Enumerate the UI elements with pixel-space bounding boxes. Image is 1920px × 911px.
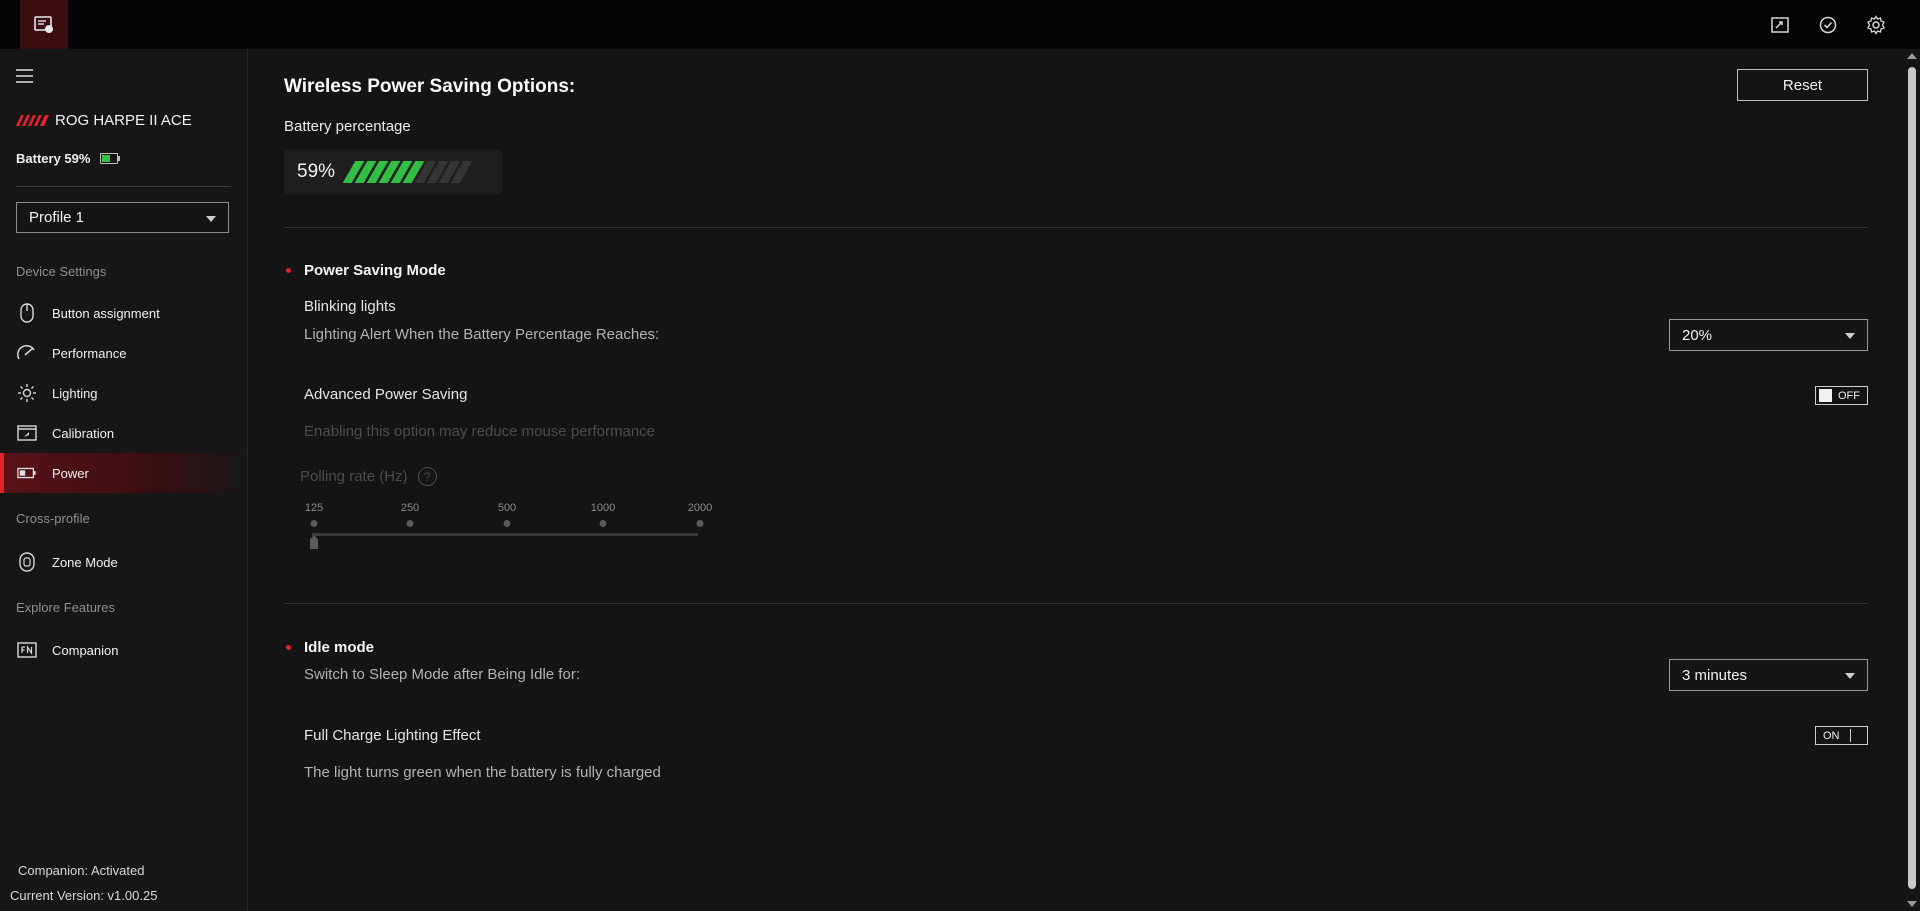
sidebar-item-companion[interactable]: Companion bbox=[0, 630, 247, 670]
companion-status: Companion: Activated bbox=[18, 863, 145, 878]
toggle-knob bbox=[1850, 729, 1864, 742]
sidebar-item-label: Power bbox=[52, 465, 89, 481]
lighting-alert-label: Lighting Alert When the Battery Percenta… bbox=[304, 326, 660, 343]
menu-icon[interactable] bbox=[16, 69, 36, 85]
chevron-down-icon bbox=[1845, 673, 1855, 679]
section-divider bbox=[284, 227, 1868, 228]
tick-label: 1000 bbox=[590, 502, 616, 514]
toggle-state: ON bbox=[1823, 729, 1840, 742]
sidebar-item-label: Button assignment bbox=[52, 305, 160, 321]
bullet-dot-icon bbox=[286, 645, 291, 650]
sidebar-item-power[interactable]: Power bbox=[0, 453, 247, 493]
version-label: Current Version: v1.00.25 bbox=[10, 888, 158, 903]
tick-label: 2000 bbox=[687, 502, 713, 514]
sleep-timeout-select[interactable]: 3 minutes bbox=[1669, 659, 1868, 691]
vertical-scrollbar[interactable] bbox=[1904, 49, 1920, 911]
tick-dot bbox=[406, 520, 414, 527]
sidebar-item-lighting[interactable]: Lighting bbox=[0, 373, 247, 413]
battery-meter: 59% bbox=[284, 150, 502, 194]
lighting-icon bbox=[17, 383, 37, 403]
sidebar-item-performance[interactable]: Performance bbox=[0, 333, 247, 373]
sidebar-item-label: Companion bbox=[52, 642, 119, 658]
profile-select-value: Profile 1 bbox=[29, 209, 85, 226]
tick-dot bbox=[599, 520, 607, 527]
full-charge-lighting-label: Full Charge Lighting Effect bbox=[304, 727, 481, 744]
tick-label: 125 bbox=[304, 502, 324, 514]
top-bar bbox=[0, 0, 1920, 51]
help-icon[interactable]: ? bbox=[417, 467, 437, 486]
full-charge-lighting-toggle[interactable]: ON bbox=[1815, 726, 1868, 745]
main-content: Wireless Power Saving Options: Reset Bat… bbox=[248, 49, 1904, 911]
tick-dot bbox=[696, 520, 704, 527]
polling-rate-slider[interactable]: 125 250 500 1000 2000 bbox=[304, 502, 724, 552]
bullet-dot-icon bbox=[286, 268, 291, 273]
sleep-timeout-value: 3 minutes bbox=[1682, 666, 1748, 684]
update-check-icon[interactable] bbox=[1816, 13, 1840, 37]
power-saving-mode-title: Power Saving Mode bbox=[284, 262, 446, 279]
lighting-alert-value: 20% bbox=[1682, 326, 1713, 344]
advanced-power-saving-note: Enabling this option may reduce mouse pe… bbox=[304, 423, 656, 440]
tick-label: 250 bbox=[400, 502, 420, 514]
settings-gear-icon[interactable] bbox=[1864, 13, 1888, 37]
sleep-mode-label: Switch to Sleep Mode after Being Idle fo… bbox=[304, 666, 580, 683]
slider-track[interactable] bbox=[312, 533, 698, 536]
device-name: ROG HARPE II ACE bbox=[55, 112, 192, 129]
sidebar-item-label: Calibration bbox=[52, 425, 115, 441]
profile-select[interactable]: Profile 1 bbox=[16, 202, 229, 233]
slider-thumb[interactable] bbox=[310, 535, 318, 549]
mouse-icon bbox=[17, 303, 37, 323]
full-charge-lighting-note: The light turns green when the battery i… bbox=[304, 764, 661, 781]
reset-button[interactable]: Reset bbox=[1737, 69, 1868, 101]
tick-dot bbox=[310, 520, 318, 527]
lighting-alert-select[interactable]: 20% bbox=[1669, 319, 1868, 351]
device-header: ROG HARPE II ACE bbox=[16, 112, 192, 129]
scrollbar-thumb[interactable] bbox=[1908, 67, 1916, 889]
battery-percent-value: 59% bbox=[297, 161, 336, 182]
sidebar-item-calibration[interactable]: Calibration bbox=[0, 413, 247, 453]
section-divider bbox=[284, 603, 1868, 604]
sidebar-item-label: Zone Mode bbox=[52, 554, 118, 570]
companion-icon bbox=[17, 640, 37, 660]
toggle-knob bbox=[1819, 389, 1832, 402]
chevron-down-icon bbox=[1845, 333, 1855, 339]
page-title: Wireless Power Saving Options: bbox=[284, 76, 576, 97]
sidebar-divider bbox=[16, 186, 231, 187]
chevron-down-icon bbox=[206, 216, 216, 222]
advanced-power-saving-toggle[interactable]: OFF bbox=[1815, 386, 1868, 405]
device-settings-label: Device Settings bbox=[16, 264, 107, 279]
tick-label: 500 bbox=[497, 502, 517, 514]
sidebar-item-button-assignment[interactable]: Button assignment bbox=[0, 293, 247, 333]
toggle-state: OFF bbox=[1838, 389, 1860, 402]
sidebar-item-label: Performance bbox=[52, 345, 127, 361]
app-device-icon[interactable] bbox=[20, 0, 68, 51]
scroll-down-icon[interactable] bbox=[1907, 901, 1917, 907]
battery-percentage-label: Battery percentage bbox=[284, 118, 411, 135]
screenshot-icon[interactable] bbox=[1768, 13, 1792, 37]
cross-profile-label: Cross-profile bbox=[16, 511, 90, 526]
battery-icon bbox=[17, 463, 37, 483]
calibration-icon bbox=[17, 423, 37, 443]
power-saving-mode-label: Power Saving Mode bbox=[304, 262, 446, 279]
sidebar: ROG HARPE II ACE Battery 59% Profile 1 D… bbox=[0, 49, 248, 911]
battery-icon bbox=[100, 153, 121, 164]
explore-features-label: Explore Features bbox=[16, 600, 115, 615]
zone-mode-icon bbox=[17, 552, 37, 572]
battery-label: Battery 59% bbox=[16, 151, 91, 166]
sidebar-item-zone-mode[interactable]: Zone Mode bbox=[0, 542, 247, 582]
polling-rate-text: Polling rate (Hz) bbox=[300, 468, 408, 485]
advanced-power-saving-label: Advanced Power Saving bbox=[304, 386, 468, 403]
idle-mode-title: Idle mode bbox=[284, 639, 374, 656]
sidebar-item-label: Lighting bbox=[52, 385, 98, 401]
idle-mode-label: Idle mode bbox=[304, 639, 375, 656]
battery-status: Battery 59% bbox=[16, 151, 121, 166]
performance-icon bbox=[17, 343, 37, 363]
tick-dot bbox=[503, 520, 511, 527]
rog-logo-icon bbox=[16, 115, 49, 126]
blinking-lights-label: Blinking lights bbox=[304, 298, 396, 315]
battery-segments bbox=[342, 161, 473, 183]
polling-rate-label: Polling rate (Hz) ? bbox=[300, 467, 437, 486]
scroll-up-icon[interactable] bbox=[1907, 53, 1917, 59]
